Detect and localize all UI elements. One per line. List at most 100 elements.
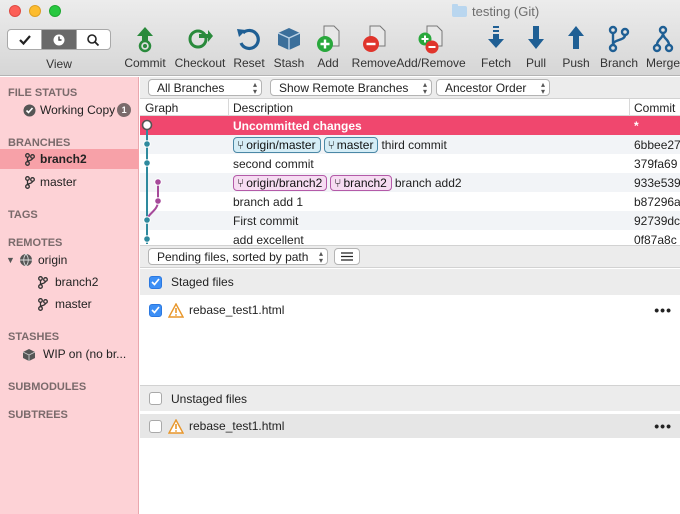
ref-branch-icon: ⑂	[237, 175, 245, 190]
sidebar-item-stash[interactable]: WIP on (no br...	[0, 344, 139, 364]
row-commit-hash: *	[634, 118, 639, 133]
sidebar-item-origin-master[interactable]: master	[0, 294, 139, 314]
unstaged-files-header: Unstaged files	[140, 385, 680, 411]
sidebar-item-origin[interactable]: ▼ origin	[0, 250, 139, 270]
branch-filter-popup[interactable]: All Branches ▴ ▾	[148, 79, 262, 96]
more-actions-icon[interactable]: •••	[654, 302, 672, 318]
window-title-text: testing (Git)	[472, 3, 540, 19]
commit-history-table: Graph Description Commit Uncommitted cha…	[140, 99, 680, 244]
graph-node	[154, 197, 162, 205]
ref-tag-label: branch2	[343, 175, 387, 190]
master-label: master	[40, 175, 77, 189]
description-column-header[interactable]: Description	[233, 101, 293, 115]
add-icon	[317, 25, 340, 52]
row-description: add excellent	[233, 232, 304, 245]
row-description: Uncommitted changes	[233, 118, 362, 133]
add-remove-icon	[418, 25, 443, 54]
staged-files-header: Staged files	[140, 269, 680, 295]
window-title: testing (Git)	[452, 3, 539, 19]
working-copy-label: Working Copy	[40, 103, 116, 117]
staged-files-empty-area	[140, 322, 680, 385]
staged-all-checkbox[interactable]	[149, 275, 162, 289]
ref-tag-origin-branch2[interactable]: ⑂ origin/branch2	[233, 174, 328, 191]
ref-tag-origin-master[interactable]: ⑂ origin/master	[233, 136, 321, 153]
subtrees-header: SUBTREES	[8, 409, 68, 421]
staged-file-checkbox[interactable]	[149, 303, 162, 317]
row-description: third commit	[381, 137, 447, 152]
row-commit-hash: 379fa69	[634, 156, 678, 171]
commit-graph	[141, 119, 162, 244]
order-filter-popup[interactable]: Ancestor Order ▴ ▾	[436, 79, 550, 96]
folder-icon	[452, 3, 467, 17]
clock-icon	[53, 34, 65, 45]
remote-filter-popup[interactable]: Show Remote Branches ▴ ▾	[270, 79, 432, 96]
graph-node	[143, 159, 151, 167]
row-description: First commit	[233, 213, 299, 228]
view-file-status-segment[interactable]	[8, 30, 43, 49]
popup-arrows-icon: ▴ ▾	[422, 80, 427, 96]
commit-icon	[137, 27, 153, 53]
merge-button[interactable]: Merge	[634, 24, 680, 72]
unstaged-all-checkbox[interactable]	[149, 392, 162, 405]
staged-file-row[interactable]: rebase_test1.html •••	[140, 298, 680, 322]
toolbar: testing (Git) View Commit Checkout Reset…	[0, 0, 680, 76]
working-copy-badge: 1	[117, 103, 132, 117]
stash-item-label: WIP on (no br...	[43, 347, 127, 361]
ref-tag-label: origin/master	[246, 137, 316, 152]
branch-icon	[38, 275, 48, 289]
origin-label: origin	[38, 253, 68, 267]
staged-files-label: Staged files	[171, 275, 234, 289]
row-commit-hash: 0f87a8c	[634, 232, 677, 245]
sidebar-item-working-copy[interactable]: Working Copy 1	[0, 100, 139, 120]
zoom-window-button[interactable]	[49, 5, 61, 17]
checkmark-icon	[151, 306, 160, 314]
more-actions-icon[interactable]: •••	[654, 418, 672, 434]
warning-icon	[168, 418, 184, 434]
remotes-header: REMOTES	[8, 237, 63, 249]
add-remove-button[interactable]: Add/Remove	[396, 24, 466, 72]
ref-branch-icon: ⑂	[237, 137, 245, 152]
sidebar-item-origin-branch2[interactable]: branch2	[0, 272, 139, 292]
view-history-segment[interactable]	[42, 30, 77, 49]
minimize-window-button[interactable]	[29, 5, 41, 17]
sort-files-value: Pending files, sorted by path	[157, 249, 309, 264]
view-label: View	[46, 57, 72, 71]
popup-arrows-icon: ▴ ▾	[540, 80, 545, 96]
tags-header: TAGS	[8, 209, 38, 221]
ref-tag-master[interactable]: ⑂ master	[323, 136, 379, 153]
merge-label: Merge	[645, 56, 680, 70]
view-search-segment[interactable]	[77, 30, 110, 49]
unstaged-file-row[interactable]: rebase_test1.html •••	[140, 414, 680, 438]
row-commit-hash: 933e539	[634, 175, 680, 190]
unstaged-file-name: rebase_test1.html	[189, 419, 285, 433]
branches-header: BRANCHES	[8, 137, 71, 149]
sidebar-item-branch2[interactable]: branch2	[0, 149, 139, 169]
ref-tag-label: master	[336, 137, 374, 152]
origin-branch2-label: branch2	[55, 275, 99, 289]
close-window-button[interactable]	[9, 5, 21, 17]
merge-icon	[652, 25, 674, 53]
column-divider[interactable]	[629, 99, 630, 116]
disclosure-triangle-icon[interactable]: ▼	[6, 255, 16, 265]
graph-node	[143, 235, 151, 243]
list-view-toggle[interactable]	[334, 248, 360, 265]
branch-icon	[25, 152, 35, 166]
commit-column-header[interactable]: Commit	[634, 101, 675, 115]
sidebar: FILE STATUS Working Copy 1 BRANCHES bran…	[0, 77, 139, 514]
sidebar-item-master[interactable]: master	[0, 172, 139, 192]
remove-icon	[363, 25, 386, 52]
row-commit-hash: b87296a	[634, 194, 680, 209]
pending-files-bar: Pending files, sorted by path ▴ ▾	[140, 245, 680, 268]
globe-icon	[20, 253, 32, 267]
branch2-label: branch2	[40, 152, 87, 166]
file-status-header: FILE STATUS	[8, 87, 78, 99]
ref-tag-branch2[interactable]: ⑂ branch2	[330, 174, 392, 191]
sort-files-popup[interactable]: Pending files, sorted by path ▴ ▾	[148, 248, 328, 265]
branch-icon	[38, 297, 48, 311]
unstaged-file-checkbox[interactable]	[149, 419, 162, 433]
unstaged-files-label: Unstaged files	[171, 391, 248, 406]
popup-arrows-icon: ▴ ▾	[318, 249, 323, 265]
remote-filter-value: Show Remote Branches	[279, 80, 409, 95]
graph-node-uncommitted	[141, 119, 153, 131]
branch-icon	[25, 175, 35, 189]
